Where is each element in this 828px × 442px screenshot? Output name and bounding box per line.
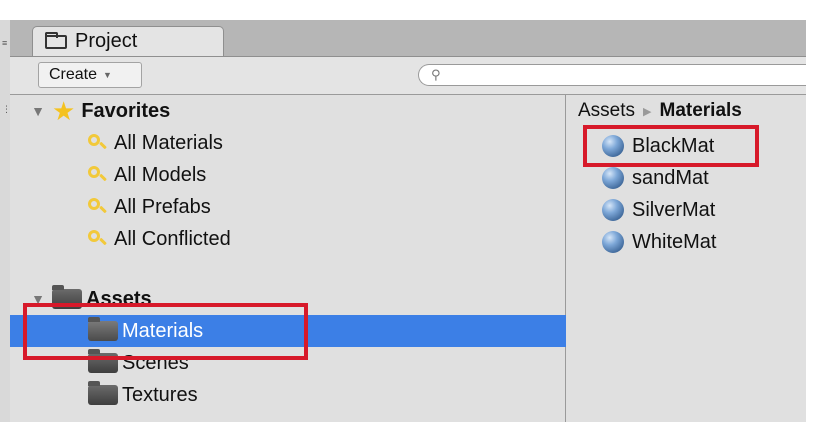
asset-item-whitemat[interactable]: WhiteMat <box>602 226 716 258</box>
favorites-header[interactable]: ▼ ★ Favorites <box>10 95 566 127</box>
breadcrumb-separator-icon: ▶ <box>643 105 652 118</box>
search-icon <box>88 166 106 184</box>
star-icon: ★ <box>52 96 76 126</box>
asset-list-panel: Assets ▶ Materials BlackMat sandMat Silv… <box>566 95 806 422</box>
folder-item-label: Textures <box>122 383 198 406</box>
assets-label: Assets <box>86 287 152 310</box>
expand-triangle-icon[interactable]: ▼ <box>28 103 48 119</box>
favorite-item-label: All Models <box>114 163 207 186</box>
favorite-item-label: All Prefabs <box>114 195 211 218</box>
material-sphere-icon <box>602 199 624 221</box>
asset-item-label: sandMat <box>632 166 709 189</box>
expand-triangle-icon[interactable]: ▼ <box>28 291 48 307</box>
material-sphere-icon <box>602 167 624 189</box>
asset-item-label: WhiteMat <box>632 230 717 253</box>
material-sphere-icon <box>602 135 624 157</box>
folder-icon <box>45 31 67 49</box>
folder-icon <box>88 317 118 341</box>
search-input[interactable]: ⚲ <box>418 64 828 86</box>
folder-item-materials[interactable]: Materials <box>10 315 566 347</box>
material-sphere-icon <box>602 231 624 253</box>
tab-project[interactable]: Project <box>32 26 224 56</box>
folder-icon <box>88 349 118 373</box>
favorite-item-all-prefabs[interactable]: All Prefabs <box>10 191 566 223</box>
folder-icon <box>88 381 118 405</box>
favorite-item-all-models[interactable]: All Models <box>10 159 566 191</box>
folder-item-textures[interactable]: Textures <box>10 379 566 411</box>
tab-project-label: Project <box>75 30 138 52</box>
tab-bar: Project <box>10 20 828 57</box>
favorite-item-all-conflicted[interactable]: All Conflicted <box>10 223 566 255</box>
toolbar: Create ▼ ⚲ <box>10 57 828 95</box>
asset-item-blackmat[interactable]: BlackMat <box>602 130 714 162</box>
asset-item-silvermat[interactable]: SilverMat <box>602 194 715 226</box>
menu-grip-icon[interactable]: ≡ <box>2 38 7 48</box>
folder-icon <box>52 285 82 309</box>
favorites-label: Favorites <box>81 99 171 122</box>
search-icon <box>88 134 106 152</box>
search-icon <box>88 198 106 216</box>
assets-header[interactable]: ▼ Assets <box>10 283 566 315</box>
create-label: Create <box>49 66 98 83</box>
search-icon: ⚲ <box>431 67 441 82</box>
breadcrumb-current[interactable]: Materials <box>660 100 742 122</box>
folder-item-label: Scenes <box>122 351 189 374</box>
folder-tree-panel: ▼ ★ Favorites All Materials All Models A… <box>10 95 566 422</box>
favorite-item-label: All Conflicted <box>114 227 231 250</box>
breadcrumb: Assets ▶ Materials <box>566 95 806 127</box>
folder-item-label: Materials <box>122 319 204 342</box>
asset-item-label: SilverMat <box>632 198 716 221</box>
dropdown-arrow-icon: ▼ <box>103 70 112 80</box>
asset-item-sandmat[interactable]: sandMat <box>602 162 709 194</box>
window-margin <box>806 20 828 422</box>
breadcrumb-root[interactable]: Assets <box>578 100 635 122</box>
folder-item-scenes[interactable]: Scenes <box>10 347 566 379</box>
favorite-item-all-materials[interactable]: All Materials <box>10 127 566 159</box>
favorite-item-label: All Materials <box>114 131 223 154</box>
asset-item-label: BlackMat <box>632 134 715 157</box>
search-icon <box>88 230 106 248</box>
create-dropdown-button[interactable]: Create ▼ <box>38 62 142 88</box>
